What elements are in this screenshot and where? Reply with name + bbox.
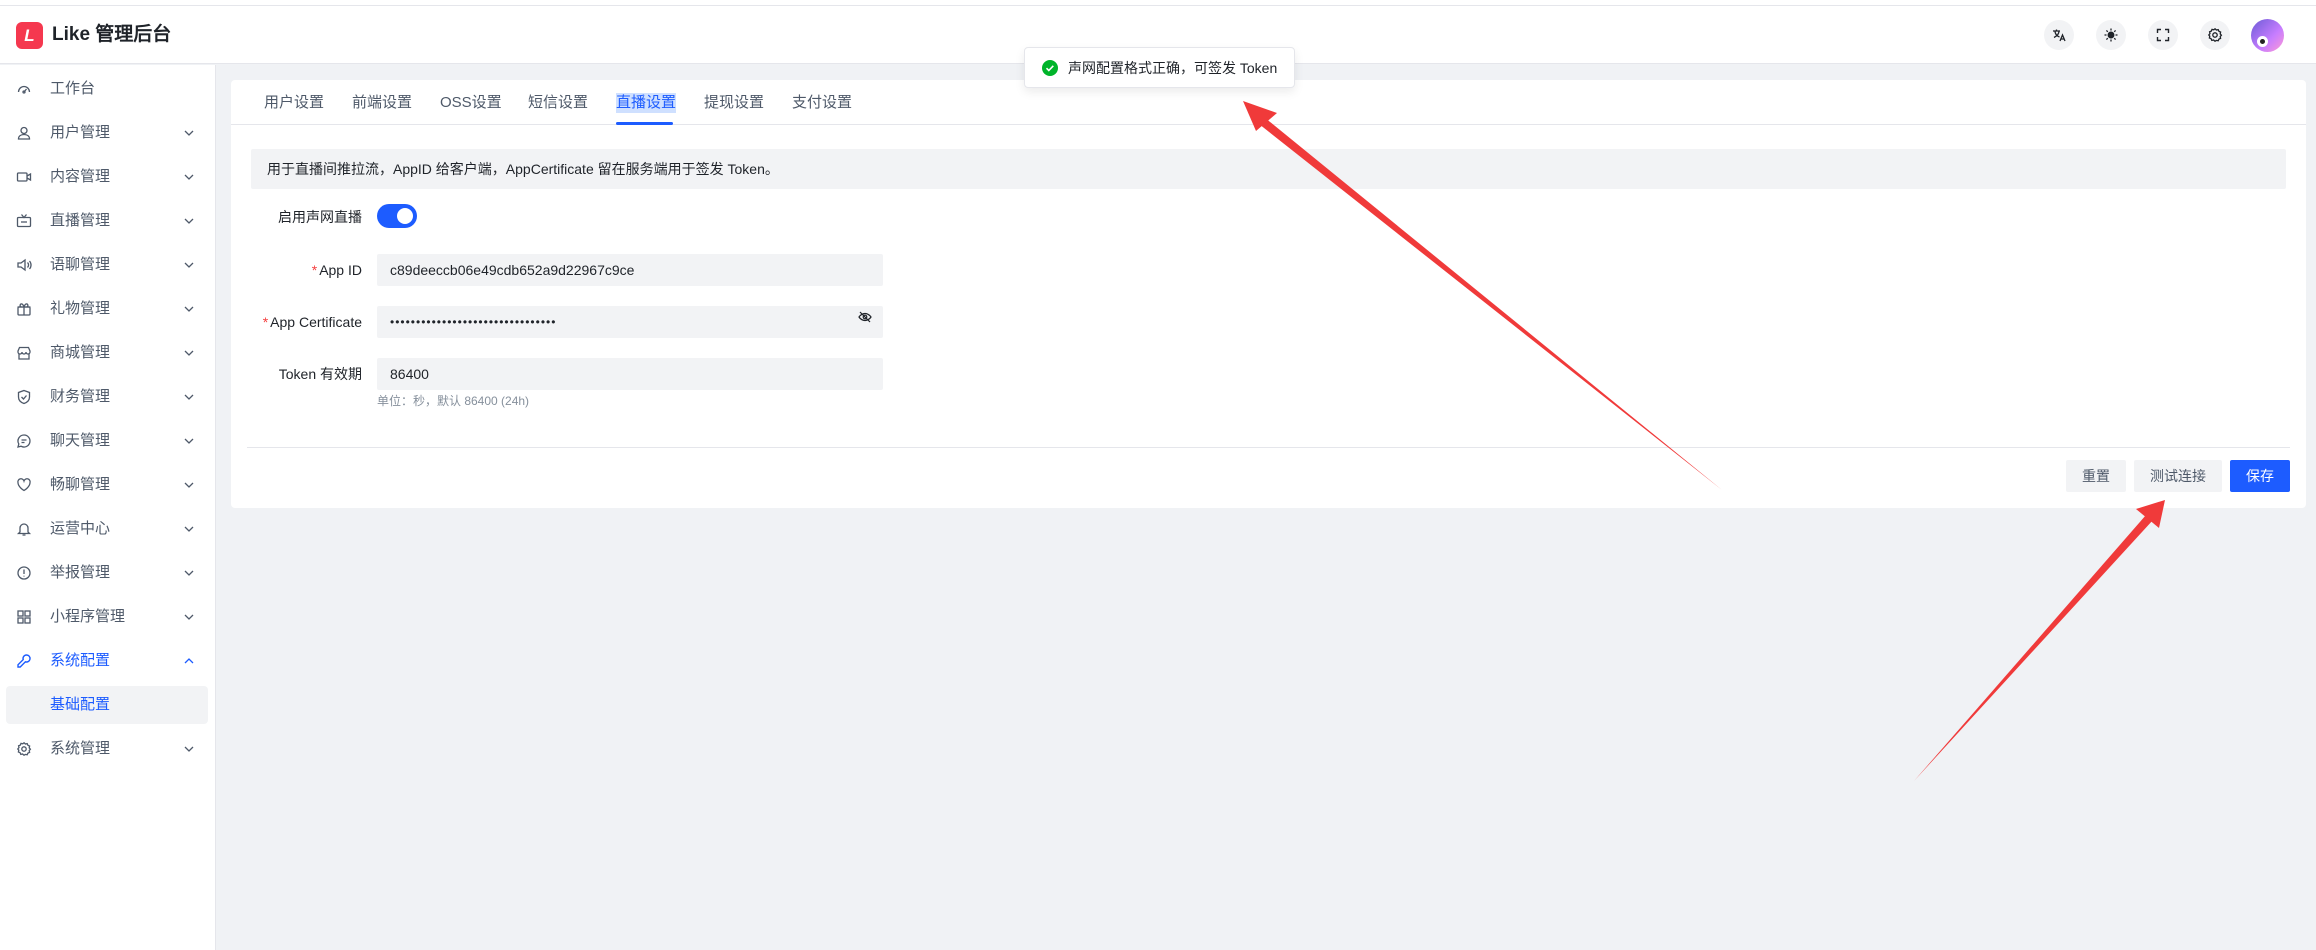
success-toast: 声网配置格式正确，可签发 Token: [1024, 47, 1295, 88]
chevron-down-icon: [182, 126, 196, 140]
tab-payment-settings[interactable]: 支付设置: [792, 93, 852, 113]
sidebar-item-content[interactable]: 内容管理: [6, 157, 208, 197]
token-hint: 单位：秒，默认 86400 (24h): [377, 394, 530, 408]
alert-icon: [16, 565, 32, 581]
sidebar-item-chat[interactable]: 聊天管理: [6, 421, 208, 461]
wrench-icon: [16, 653, 32, 669]
dashboard-icon: [16, 81, 32, 97]
check-circle-icon: [1042, 60, 1058, 76]
heart-icon: [16, 477, 32, 493]
reset-button[interactable]: 重置: [2066, 460, 2126, 492]
chevron-down-icon: [182, 610, 196, 624]
appid-input[interactable]: c89deeccb06e49cdb652a9d22967c9ce: [377, 254, 883, 286]
logo: L: [16, 22, 43, 49]
annotation-arrow-to-test-button: [1914, 500, 2165, 781]
fullscreen-icon[interactable]: [2148, 20, 2178, 50]
chevron-down-icon: [182, 742, 196, 756]
sidebar-item-system-management[interactable]: 系统管理: [6, 729, 208, 769]
sidebar-item-shop[interactable]: 商城管理: [6, 333, 208, 373]
settings-gear-icon[interactable]: [2200, 20, 2230, 50]
tab-user-settings[interactable]: 用户设置: [264, 93, 324, 113]
tab-frontend-settings[interactable]: 前端设置: [352, 93, 412, 113]
theme-sun-icon[interactable]: [2096, 20, 2126, 50]
settings-card: 用户设置 前端设置 OSS设置 短信设置 直播设置 提现设置 支付设置 用于直播…: [231, 80, 2306, 508]
sidebar-item-mini-program[interactable]: 小程序管理: [6, 597, 208, 637]
required-mark: *: [262, 314, 269, 330]
sidebar-item-live[interactable]: 直播管理: [6, 201, 208, 241]
gift-icon: [16, 301, 32, 317]
video-icon: [16, 169, 32, 185]
chevron-down-icon: [182, 566, 196, 580]
info-banner: 用于直播间推拉流，AppID 给客户端，AppCertificate 留在服务端…: [251, 149, 2286, 189]
translate-icon[interactable]: [2044, 20, 2074, 50]
sidebar-item-label: 礼物管理: [50, 300, 111, 317]
apps-icon: [16, 609, 32, 625]
enable-label: 启用声网直播: [278, 209, 362, 225]
sidebar-item-label: 举报管理: [50, 564, 111, 581]
speaker-icon: [16, 257, 32, 273]
sidebar-item-label: 用户管理: [50, 124, 111, 141]
divider: [247, 447, 2290, 448]
chevron-down-icon: [182, 346, 196, 360]
tab-sms-settings[interactable]: 短信设置: [528, 93, 588, 113]
cert-label: * App Certificate: [262, 314, 362, 330]
sidebar-item-label: 畅聊管理: [50, 476, 111, 493]
sidebar-item-label: 工作台: [50, 80, 96, 97]
chevron-down-icon: [182, 478, 196, 492]
sidebar: 工作台 用户管理 内容管理 直播管理 语聊管理 礼物管理 商城管理 财务管理 聊…: [0, 65, 216, 950]
token-expiry-input[interactable]: 86400: [377, 358, 883, 390]
sidebar-item-dashboard[interactable]: 工作台: [6, 69, 208, 109]
sidebar-subitem-basic-config[interactable]: 基础配置: [6, 686, 208, 724]
sidebar-item-label: 财务管理: [50, 388, 111, 405]
sidebar-item-users[interactable]: 用户管理: [6, 113, 208, 153]
live-icon: [16, 213, 32, 229]
chevron-down-icon: [182, 522, 196, 536]
sidebar-item-gifts[interactable]: 礼物管理: [6, 289, 208, 329]
test-connection-button[interactable]: 测试连接: [2134, 460, 2222, 492]
sidebar-item-label: 内容管理: [50, 168, 111, 185]
sidebar-subitem-label: 基础配置: [50, 696, 111, 713]
toast-message: 声网配置格式正确，可签发 Token: [1068, 60, 1278, 76]
eye-off-icon[interactable]: [858, 310, 872, 324]
bell-icon: [16, 521, 32, 537]
sidebar-item-label: 聊天管理: [50, 432, 111, 449]
shield-icon: [16, 389, 32, 405]
gear-icon: [16, 741, 32, 757]
chevron-down-icon: [182, 258, 196, 272]
tab-withdraw-settings[interactable]: 提现设置: [704, 93, 764, 113]
sidebar-item-label: 系统配置: [50, 652, 111, 669]
sidebar-item-label: 小程序管理: [50, 608, 126, 625]
sidebar-item-finance[interactable]: 财务管理: [6, 377, 208, 417]
sidebar-item-label: 运营中心: [50, 520, 111, 537]
appid-label: * App ID: [311, 262, 362, 278]
required-mark: *: [311, 262, 318, 278]
sidebar-item-label: 系统管理: [50, 740, 111, 757]
sidebar-item-label: 直播管理: [50, 212, 111, 229]
avatar[interactable]: [2251, 19, 2284, 52]
user-icon: [16, 125, 32, 141]
sidebar-item-reports[interactable]: 举报管理: [6, 553, 208, 593]
tab-oss-settings[interactable]: OSS设置: [440, 93, 502, 113]
shop-icon: [16, 345, 32, 361]
token-label: Token 有效期: [278, 366, 362, 382]
app-title: Like 管理后台: [52, 24, 172, 45]
chevron-down-icon: [182, 170, 196, 184]
chevron-down-icon: [182, 390, 196, 404]
chevron-up-icon: [182, 654, 196, 668]
chat-icon: [16, 433, 32, 449]
sidebar-item-operations[interactable]: 运营中心: [6, 509, 208, 549]
sidebar-item-system-config[interactable]: 系统配置: [6, 641, 208, 681]
save-button[interactable]: 保存: [2230, 460, 2290, 492]
sidebar-item-label: 商城管理: [50, 344, 111, 361]
cert-input[interactable]: ••••••••••••••••••••••••••••••••: [377, 306, 883, 338]
enable-live-toggle[interactable]: [377, 204, 417, 228]
chevron-down-icon: [182, 302, 196, 316]
tab-live-settings[interactable]: 直播设置: [616, 93, 677, 113]
chevron-down-icon: [182, 214, 196, 228]
chevron-down-icon: [182, 434, 196, 448]
sidebar-item-voice-chat[interactable]: 语聊管理: [6, 245, 208, 285]
sidebar-item-free-chat[interactable]: 畅聊管理: [6, 465, 208, 505]
sidebar-item-label: 语聊管理: [50, 256, 111, 273]
active-tab-indicator: [616, 122, 673, 125]
